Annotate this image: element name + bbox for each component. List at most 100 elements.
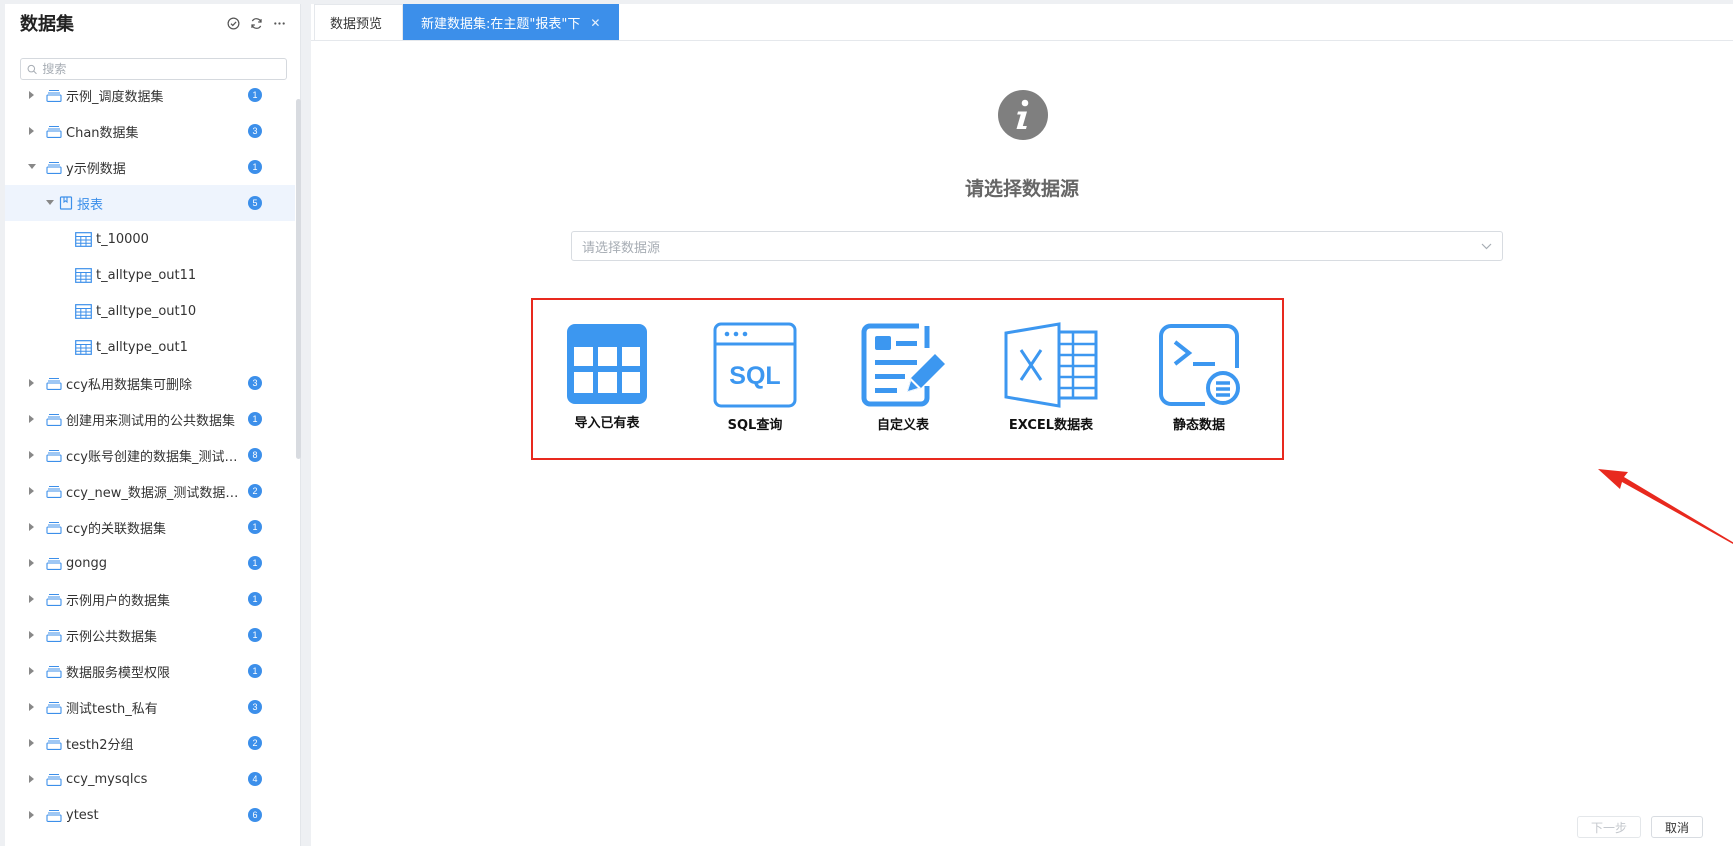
tab-new-dataset[interactable]: 新建数据集:在主题"报表"下 ✕ — [403, 4, 620, 40]
sidebar-toolbar — [226, 16, 286, 30]
tree-item[interactable]: gongg 1 — [5, 545, 295, 581]
source-custom-table[interactable]: 自定义表 — [829, 300, 977, 458]
tree-item[interactable]: ccy_new_数据源_测试数据服务 2 — [5, 473, 295, 509]
caret-right-icon[interactable] — [27, 810, 37, 820]
cancel-button[interactable]: 取消 — [1650, 816, 1703, 838]
tree-item[interactable]: Chan数据集 3 — [5, 113, 295, 149]
more-icon[interactable] — [272, 16, 286, 30]
table-icon — [75, 231, 92, 247]
caret-right-icon[interactable] — [27, 414, 37, 424]
tree-item-label: 数据服务模型权限 — [66, 665, 171, 681]
tree-item-label: ccy私用数据集可删除 — [66, 377, 192, 393]
table-grid-icon — [567, 324, 647, 404]
custom-form-icon — [861, 323, 945, 407]
sql-window-icon: SQL — [713, 322, 797, 408]
caret-right-icon[interactable] — [27, 558, 37, 568]
table-icon — [75, 267, 92, 283]
info-icon — [998, 90, 1048, 140]
source-label: 导入已有表 — [574, 416, 640, 431]
tree-item[interactable]: 示例用户的数据集 1 — [5, 581, 295, 617]
dataset-folder-icon — [46, 737, 62, 750]
tree-item[interactable]: ccy账号创建的数据集_测试数据集 8 — [5, 437, 295, 473]
count-badge: 3 — [248, 376, 262, 390]
dataset-folder-icon — [46, 629, 62, 642]
source-label: EXCEL数据表 — [1008, 418, 1094, 433]
tree-item[interactable]: ccy的关联数据集 1 — [5, 509, 295, 545]
tree-item[interactable]: t_10000 — [5, 221, 295, 257]
search-box[interactable] — [20, 58, 287, 80]
tree-item[interactable]: testh2分组 2 — [5, 725, 295, 761]
count-badge: 1 — [248, 160, 262, 174]
tree-item-label: 测试testh_私有 — [66, 701, 158, 717]
dataset-folder-icon — [46, 125, 62, 138]
caret-down-icon[interactable] — [45, 198, 55, 208]
tab-label: 数据预览 — [330, 17, 383, 32]
tree-item-label: Chan数据集 — [66, 125, 139, 141]
caret-down-icon[interactable] — [27, 162, 37, 172]
check-circle-icon[interactable] — [226, 16, 240, 30]
caret-right-icon[interactable] — [27, 594, 37, 604]
main-panel: 数据预览 新建数据集:在主题"报表"下 ✕ 请选择数据源 请选择数据源 导入已有表 — [311, 4, 1733, 846]
count-badge: 1 — [248, 520, 262, 534]
tree-item[interactable]: 测试testh_私有 3 — [5, 689, 295, 725]
tree-item-label: 示例_调度数据集 — [66, 89, 164, 105]
tree-item[interactable]: t_alltype_out11 — [5, 257, 295, 293]
source-static-data[interactable]: 静态数据 — [1125, 300, 1273, 458]
tab-bar: 数据预览 新建数据集:在主题"报表"下 ✕ — [311, 4, 1733, 41]
tree-item[interactable]: 示例_调度数据集 1 — [5, 86, 295, 113]
count-badge: 5 — [248, 196, 262, 210]
dataset-folder-icon — [46, 89, 62, 102]
datasource-options: 导入已有表 SQL SQL查询 自定义表 EXCEL数据表 静态数据 — [531, 298, 1284, 460]
caret-right-icon[interactable] — [27, 450, 37, 460]
dataset-folder-icon — [46, 665, 62, 678]
tree-item[interactable]: y示例数据 1 — [5, 149, 295, 185]
tab-data-preview[interactable]: 数据预览 — [314, 4, 404, 40]
count-badge: 1 — [248, 628, 262, 642]
chevron-down-icon — [1481, 243, 1492, 249]
source-excel-table[interactable]: EXCEL数据表 — [977, 300, 1125, 458]
table-icon — [75, 303, 92, 319]
tree-item[interactable]: ccy_mysqlcs 4 — [5, 761, 295, 797]
tree-item[interactable]: t_alltype_out10 — [5, 293, 295, 329]
dataset-folder-icon — [46, 485, 62, 498]
close-icon[interactable]: ✕ — [590, 16, 600, 30]
source-sql-query[interactable]: SQL SQL查询 — [681, 300, 829, 458]
source-import-table[interactable]: 导入已有表 — [533, 300, 681, 458]
caret-right-icon[interactable] — [27, 126, 37, 136]
tree-item-label: ccy的关联数据集 — [66, 521, 166, 537]
count-badge: 2 — [248, 736, 262, 750]
tree-item[interactable]: ytest 6 — [5, 797, 295, 833]
caret-right-icon[interactable] — [27, 666, 37, 676]
source-label: 自定义表 — [876, 418, 929, 433]
terminal-icon — [1159, 324, 1240, 406]
datasource-select[interactable]: 请选择数据源 — [571, 231, 1503, 261]
dataset-folder-icon — [46, 701, 62, 714]
caret-right-icon[interactable] — [27, 738, 37, 748]
caret-right-icon[interactable] — [27, 522, 37, 532]
sidebar-scrollbar[interactable] — [296, 99, 301, 459]
tree-item-label: ytest — [66, 807, 99, 823]
caret-right-icon[interactable] — [27, 630, 37, 640]
search-input[interactable] — [42, 62, 280, 76]
caret-right-icon[interactable] — [27, 774, 37, 784]
tree-item[interactable]: 创建用来测试用的公共数据集 1 — [5, 401, 295, 437]
caret-right-icon[interactable] — [27, 486, 37, 496]
tree-item[interactable]: 示例公共数据集 1 — [5, 617, 295, 653]
caret-right-icon[interactable] — [27, 90, 37, 100]
count-badge: 4 — [248, 772, 262, 786]
caret-right-icon[interactable] — [27, 378, 37, 388]
tree-item[interactable]: ccy私用数据集可删除 3 — [5, 365, 295, 401]
tree-item[interactable]: t_alltype_out1 — [5, 329, 295, 365]
tree-item-label: testh2分组 — [66, 737, 134, 753]
count-badge: 6 — [248, 808, 262, 822]
caret-right-icon[interactable] — [27, 702, 37, 712]
dataset-folder-icon — [46, 449, 62, 462]
tree-item[interactable]: 数据服务模型权限 1 — [5, 653, 295, 689]
tree-item[interactable]: 报表 5 — [5, 185, 295, 221]
refresh-icon[interactable] — [249, 16, 263, 30]
next-button[interactable]: 下一步 — [1576, 816, 1641, 838]
count-badge: 3 — [248, 700, 262, 714]
